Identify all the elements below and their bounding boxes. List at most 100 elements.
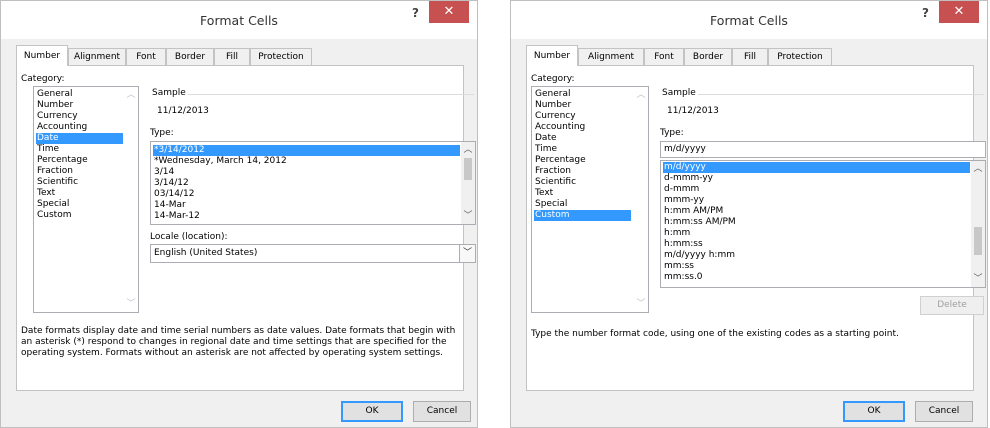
dialog-title: Format Cells [710,13,788,28]
type-label: Type: [150,128,174,138]
category-scrollbar[interactable]: ︿ ﹀ [124,87,138,312]
scroll-down-icon[interactable]: ﹀ [461,210,475,222]
type-item[interactable]: 3/14/12 [153,178,189,189]
type-item[interactable]: 14-Mar [153,200,186,211]
scroll-up-icon[interactable]: ︿ [971,163,985,175]
category-item[interactable]: Percentage [36,155,88,166]
help-icon[interactable]: ? [922,6,929,20]
locale-dropdown[interactable]: English (United States) ﹀ [150,244,476,263]
type-list[interactable]: m/d/yyyy d-mmm-yy d-mmm mmm-yy h:mm AM/P… [660,160,986,288]
scroll-thumb[interactable] [974,227,982,255]
category-item[interactable]: Scientific [36,177,78,188]
category-item[interactable]: Text [36,188,55,199]
scroll-thumb[interactable] [464,158,472,180]
scroll-up-icon[interactable]: ︿ [124,89,138,101]
type-input[interactable]: m/d/yyyy [660,141,986,158]
type-item[interactable]: d-mmm [663,184,699,195]
category-item[interactable]: Number [534,100,571,111]
tab-number[interactable]: Number [526,45,578,66]
delete-button[interactable]: Delete [920,296,984,315]
description-text: Type the number format code, using one o… [531,329,899,339]
category-scrollbar[interactable]: ︿ ﹀ [634,87,648,312]
dialog-title: Format Cells [200,13,278,28]
type-scrollbar[interactable]: ︿ ﹀ [971,161,985,287]
tab-fill[interactable]: Fill [214,48,250,65]
close-button[interactable]: ✕ [939,1,979,23]
scroll-up-icon[interactable]: ︿ [461,144,475,156]
category-item[interactable]: Currency [36,111,78,122]
scroll-down-icon[interactable]: ﹀ [634,298,648,310]
category-list[interactable]: General Number Currency Accounting Date … [531,86,649,313]
tab-protection[interactable]: Protection [768,48,832,65]
category-item[interactable]: Scientific [534,177,576,188]
tab-protection[interactable]: Protection [250,48,312,65]
category-item[interactable]: Special [534,199,567,210]
category-label: Category: [21,74,65,84]
category-item-selected[interactable]: Date [36,133,123,144]
category-label: Category: [531,74,575,84]
type-item-selected[interactable]: *3/14/2012 [153,145,460,156]
category-item[interactable]: Percentage [534,155,586,166]
ok-button[interactable]: OK [341,401,403,422]
type-scrollbar[interactable]: ︿ ﹀ [461,142,475,224]
scroll-up-icon[interactable]: ︿ [634,89,648,101]
tab-alignment[interactable]: Alignment [578,48,644,65]
ok-button[interactable]: OK [843,401,905,422]
scroll-down-icon[interactable]: ﹀ [124,298,138,310]
type-item-selected[interactable]: m/d/yyyy [663,162,970,173]
category-item[interactable]: Custom [36,210,71,221]
type-item[interactable]: h:mm AM/PM [663,206,723,217]
type-item[interactable]: mm:ss.0 [663,272,703,283]
format-cells-dialog-date: Format Cells ? ✕ Number Alignment Font B… [0,0,478,428]
category-item[interactable]: Accounting [36,122,87,133]
sample-label: Sample [150,88,188,98]
sample-label: Sample [660,88,698,98]
category-list[interactable]: General Number Currency Accounting Date … [33,86,139,313]
tab-number[interactable]: Number [16,45,68,66]
chevron-down-icon[interactable]: ﹀ [459,245,475,262]
tab-fill[interactable]: Fill [732,48,768,65]
cancel-button[interactable]: Cancel [915,401,973,422]
category-item[interactable]: Fraction [534,166,571,177]
close-button[interactable]: ✕ [429,1,469,23]
tab-font[interactable]: Font [126,48,166,65]
category-item[interactable]: Accounting [534,122,585,133]
type-item[interactable]: m/d/yyyy h:mm [663,250,735,261]
type-item[interactable]: h:mm:ss AM/PM [663,217,736,228]
tab-border[interactable]: Border [166,48,214,65]
category-item[interactable]: Time [534,144,557,155]
sample-value: 11/12/2013 [157,106,209,116]
category-item[interactable]: Date [534,133,557,144]
category-item[interactable]: Text [534,188,553,199]
number-tab-panel: Category: General Number Currency Accoun… [16,65,476,391]
title-bar[interactable]: Format Cells ? ✕ [511,1,987,39]
category-item-selected[interactable]: Custom [534,210,631,221]
category-item[interactable]: Currency [534,111,576,122]
type-item[interactable]: mmm-yy [663,195,704,206]
category-item[interactable]: General [36,89,72,100]
tab-border[interactable]: Border [684,48,732,65]
scroll-down-icon[interactable]: ﹀ [971,273,985,285]
category-item[interactable]: Fraction [36,166,73,177]
format-cells-dialog-custom: Format Cells ? ✕ Number Alignment Font B… [510,0,988,428]
type-item[interactable]: h:mm:ss [663,239,703,250]
type-item[interactable]: h:mm [663,228,690,239]
sample-value: 11/12/2013 [667,106,719,116]
category-item[interactable]: General [534,89,570,100]
category-item[interactable]: Number [36,100,73,111]
tab-alignment[interactable]: Alignment [68,48,126,65]
title-bar[interactable]: Format Cells ? ✕ [1,1,477,39]
tab-font[interactable]: Font [644,48,684,65]
type-item[interactable]: mm:ss [663,261,694,272]
type-item[interactable]: 03/14/12 [153,189,194,200]
type-item[interactable]: d-mmm-yy [663,173,713,184]
locale-label: Locale (location): [150,232,228,242]
type-item[interactable]: 14-Mar-12 [153,211,200,222]
type-list[interactable]: *3/14/2012 *Wednesday, March 14, 2012 3/… [150,141,476,225]
type-item[interactable]: 3/14 [153,167,174,178]
category-item[interactable]: Time [36,144,59,155]
type-item[interactable]: *Wednesday, March 14, 2012 [153,156,287,167]
cancel-button[interactable]: Cancel [413,401,471,422]
category-item[interactable]: Special [36,199,69,210]
help-icon[interactable]: ? [412,6,419,20]
